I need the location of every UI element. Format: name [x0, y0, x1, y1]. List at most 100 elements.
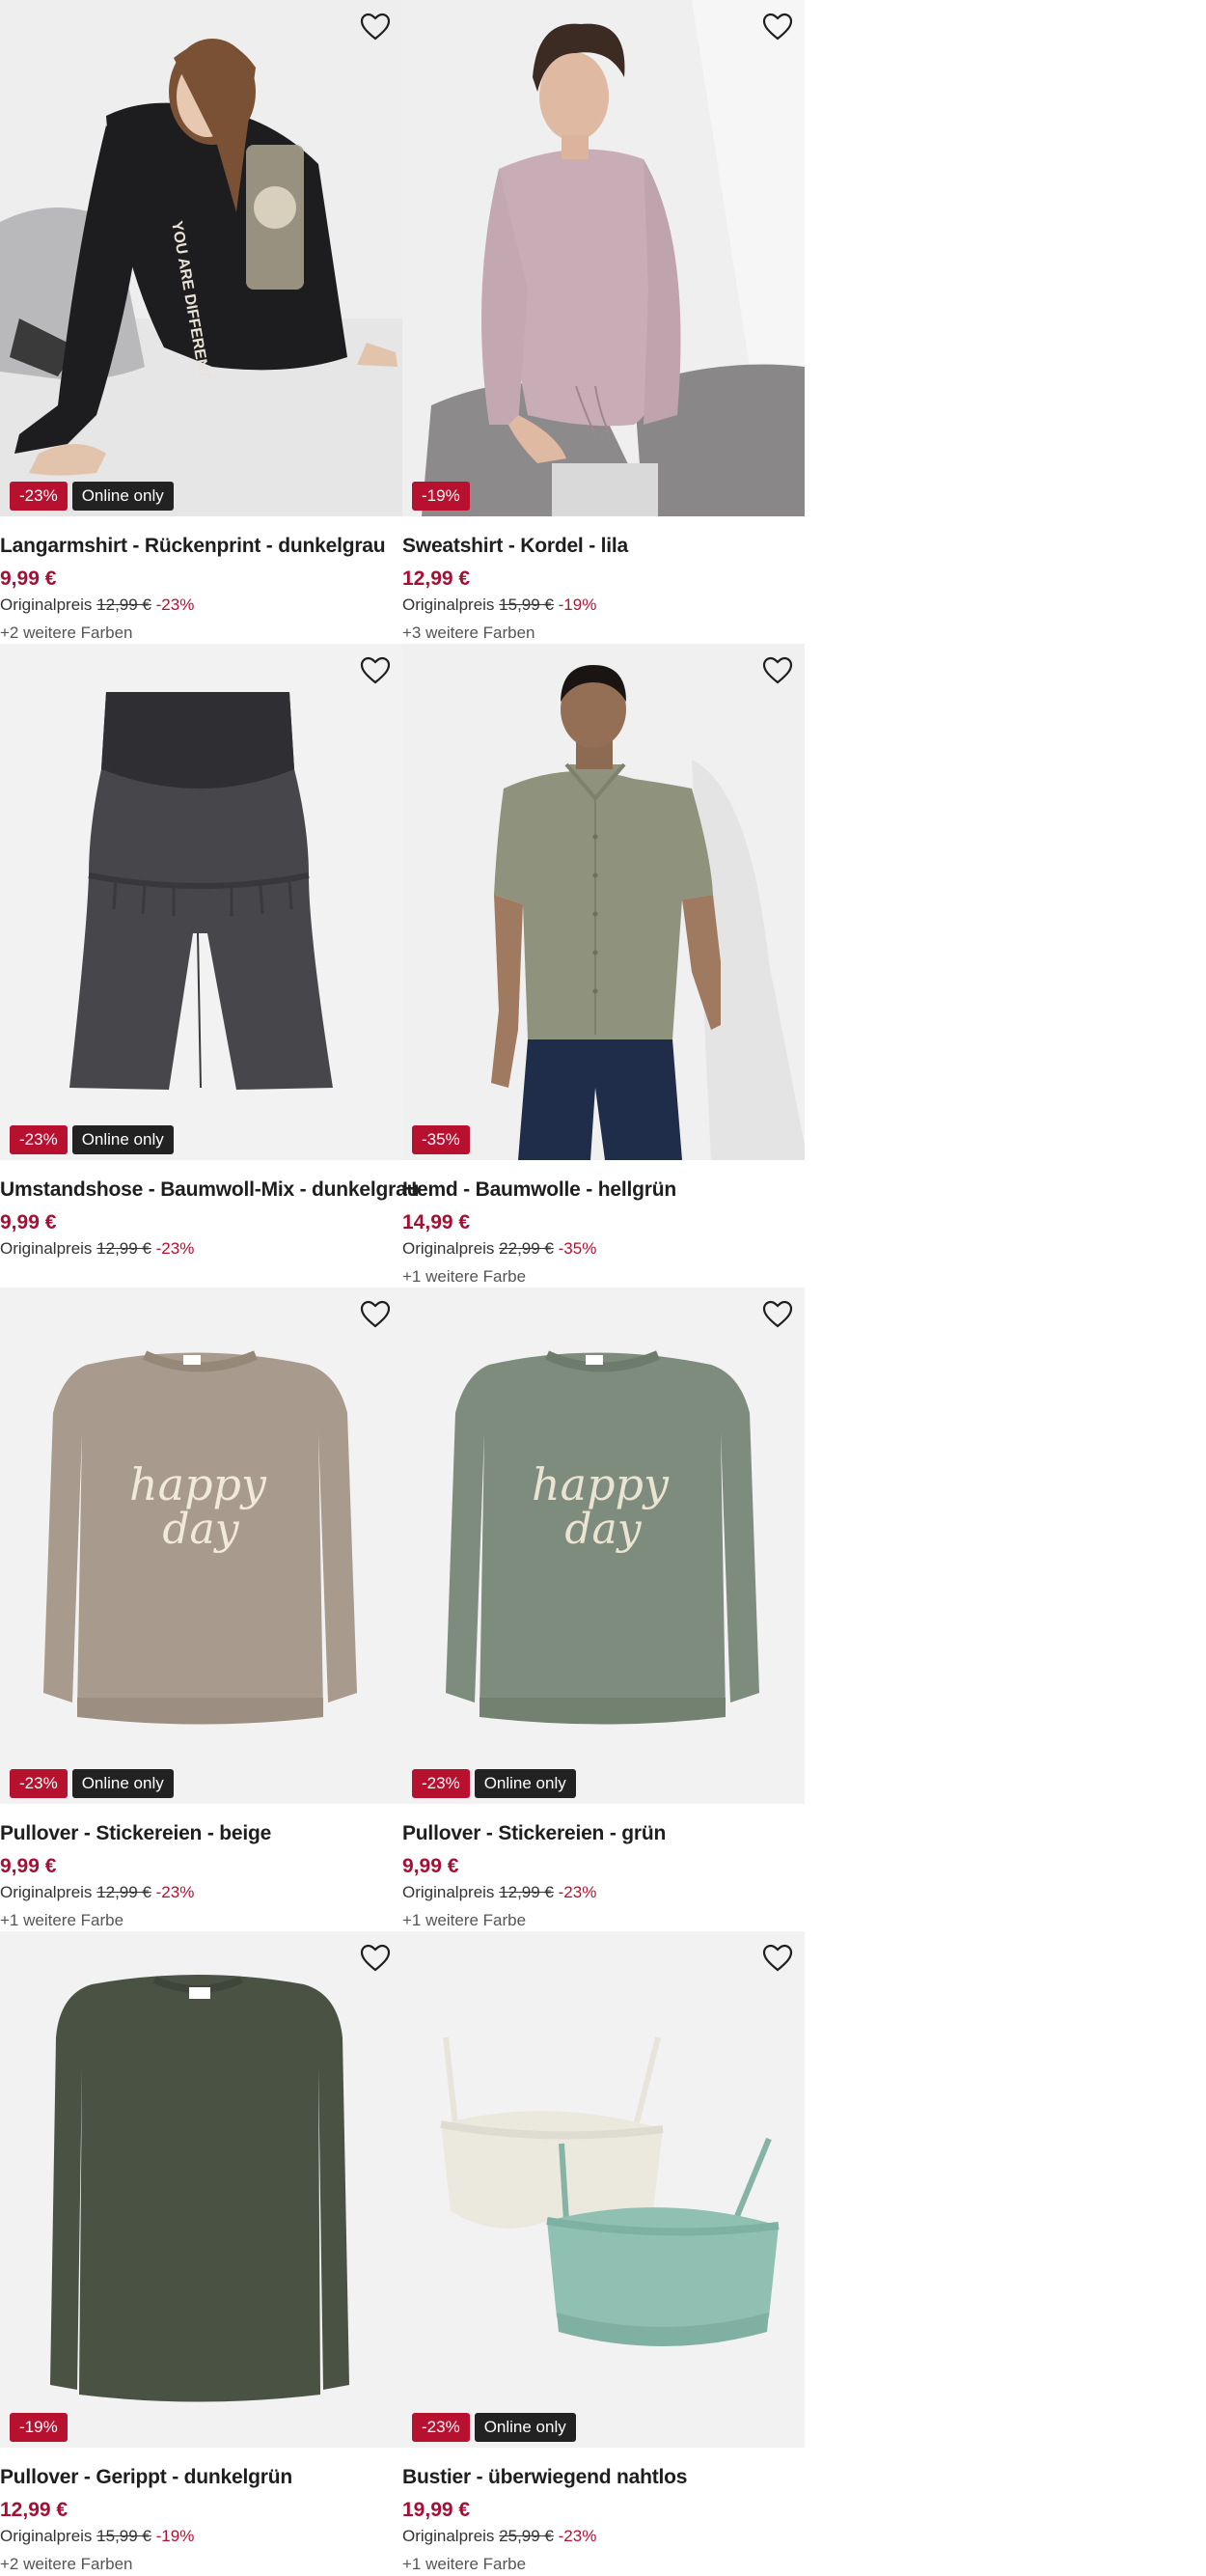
heart-outline-icon — [762, 1944, 793, 1972]
product-image[interactable]: -19% — [402, 0, 805, 516]
badge-group: -23% Online only — [10, 1125, 174, 1154]
product-image[interactable]: YOU ARE DIFFERENT -23% Online only — [0, 0, 402, 516]
product-info: Pullover - Gerippt - dunkelgrün 12,99 € … — [0, 2466, 402, 2574]
wishlist-button[interactable] — [758, 1939, 797, 1978]
heart-outline-icon — [360, 1300, 391, 1328]
heart-outline-icon — [360, 13, 391, 41]
original-price: 12,99 € — [96, 596, 151, 614]
discount-percent: -23% — [155, 1883, 195, 1901]
more-colors[interactable]: +1 weitere Farbe — [402, 1911, 805, 1930]
original-price-label: Originalpreis — [402, 2527, 495, 2545]
product-card[interactable]: YOU ARE DIFFERENT -23% Online only Langa… — [0, 0, 402, 644]
heart-outline-icon — [762, 13, 793, 41]
sale-badge: -23% — [10, 482, 68, 511]
original-price-line: Originalpreis 12,99 € -23% — [0, 1239, 402, 1259]
product-info: Bustier - überwiegend nahtlos 19,99 € Or… — [402, 2466, 805, 2574]
product-image[interactable]: happy day -23% Online only — [0, 1288, 402, 1804]
more-colors[interactable]: +1 weitere Farbe — [402, 1267, 805, 1287]
bustier-set-image — [402, 1931, 805, 2448]
product-title[interactable]: Pullover - Gerippt - dunkelgrün — [0, 2466, 402, 2489]
product-image[interactable]: -35% — [402, 644, 805, 1160]
wishlist-button[interactable] — [758, 8, 797, 46]
original-price-line: Originalpreis 12,99 € -23% — [0, 596, 402, 615]
more-colors[interactable]: +2 weitere Farben — [0, 623, 402, 643]
heart-outline-icon — [360, 1944, 391, 1972]
product-info: Hemd - Baumwolle - hellgrün 14,99 € Orig… — [402, 1178, 805, 1287]
product-info: Pullover - Stickereien - grün 9,99 € Ori… — [402, 1822, 805, 1930]
original-price-label: Originalpreis — [0, 596, 93, 614]
product-card[interactable]: -19% Sweatshirt - Kordel - lila 12,99 € … — [402, 0, 805, 644]
sale-badge: -23% — [10, 1769, 68, 1798]
product-card[interactable]: -19% Pullover - Gerippt - dunkelgrün 12,… — [0, 1931, 402, 2575]
embroidery-happy: happy — [129, 1458, 267, 1510]
original-price-line: Originalpreis 12,99 € -23% — [402, 1883, 805, 1902]
sweater-green-image: happy day — [402, 1288, 805, 1804]
product-title[interactable]: Pullover - Stickereien - grün — [402, 1822, 805, 1845]
product-card[interactable]: -35% Hemd - Baumwolle - hellgrün 14,99 €… — [402, 644, 805, 1288]
original-price: 25,99 € — [499, 2527, 554, 2545]
original-price-label: Originalpreis — [402, 596, 495, 614]
product-card[interactable]: -23% Online only Bustier - überwiegend n… — [402, 1931, 805, 2575]
wishlist-button[interactable] — [356, 651, 395, 690]
original-price: 12,99 € — [499, 1883, 554, 1901]
product-grid: YOU ARE DIFFERENT -23% Online only Langa… — [0, 0, 805, 2575]
discount-percent: -23% — [155, 596, 195, 614]
heart-outline-icon — [762, 1300, 793, 1328]
badge-group: -19% — [412, 482, 470, 511]
badge-group: -23% Online only — [10, 1769, 174, 1798]
wishlist-button[interactable] — [356, 1939, 395, 1978]
discount-percent: -23% — [558, 1883, 597, 1901]
product-image[interactable]: happy day -23% Online only — [402, 1288, 805, 1804]
product-info: Umstandshose - Baumwoll-Mix - dunkelgrau… — [0, 1178, 419, 1259]
product-title[interactable]: Pullover - Stickereien - beige — [0, 1822, 402, 1845]
wishlist-button[interactable] — [758, 651, 797, 690]
product-title[interactable]: Langarmshirt - Rückenprint - dunkelgrau — [0, 535, 402, 558]
original-price-line: Originalpreis 15,99 € -19% — [402, 596, 805, 615]
product-price: 19,99 € — [402, 2499, 471, 2521]
product-price: 9,99 € — [0, 1211, 57, 1233]
sale-badge: -23% — [412, 2413, 470, 2442]
maternity-shorts-image — [0, 644, 402, 1160]
product-info: Pullover - Stickereien - beige 9,99 € Or… — [0, 1822, 402, 1930]
product-title[interactable]: Umstandshose - Baumwoll-Mix - dunkelgrau — [0, 1178, 419, 1202]
product-card[interactable]: -23% Online only Umstandshose - Baumwoll… — [0, 644, 419, 1288]
online-only-badge: Online only — [71, 482, 174, 511]
sweatshirt-model-image — [402, 0, 805, 516]
more-colors[interactable]: +1 weitere Farbe — [0, 1911, 402, 1930]
badge-group: -23% Online only — [10, 482, 174, 511]
online-only-badge: Online only — [71, 1125, 174, 1154]
wishlist-button[interactable] — [356, 1295, 395, 1334]
product-title[interactable]: Sweatshirt - Kordel - lila — [402, 535, 805, 558]
discount-percent: -23% — [155, 1239, 195, 1258]
wishlist-button[interactable] — [356, 8, 395, 46]
original-price-line: Originalpreis 15,99 € -19% — [0, 2527, 402, 2546]
sale-badge: -19% — [412, 482, 470, 511]
badge-group: -23% Online only — [412, 2413, 576, 2442]
product-card[interactable]: happy day -23% Online only Pullover - St… — [402, 1288, 805, 1931]
original-price-label: Originalpreis — [0, 2527, 93, 2545]
original-price-line: Originalpreis 12,99 € -23% — [0, 1883, 402, 1902]
product-image[interactable]: -23% Online only — [402, 1931, 805, 2448]
more-colors[interactable]: +1 weitere Farbe — [402, 2555, 805, 2574]
product-price: 9,99 € — [0, 1855, 57, 1877]
product-title[interactable]: Bustier - überwiegend nahtlos — [402, 2466, 805, 2489]
more-colors[interactable]: +3 weitere Farben — [402, 623, 805, 643]
badge-group: -35% — [412, 1125, 470, 1154]
product-info: Sweatshirt - Kordel - lila 12,99 € Origi… — [402, 535, 805, 643]
wishlist-button[interactable] — [758, 1295, 797, 1334]
product-price: 9,99 € — [402, 1855, 459, 1877]
original-price-label: Originalpreis — [402, 1239, 495, 1258]
product-image[interactable]: -23% Online only — [0, 644, 402, 1160]
original-price: 12,99 € — [96, 1883, 151, 1901]
sale-badge: -23% — [412, 1769, 470, 1798]
online-only-badge: Online only — [71, 1769, 174, 1798]
online-only-badge: Online only — [474, 2413, 576, 2442]
more-colors[interactable]: +2 weitere Farben — [0, 2555, 402, 2574]
product-title[interactable]: Hemd - Baumwolle - hellgrün — [402, 1178, 805, 1202]
product-image[interactable]: -19% — [0, 1931, 402, 2448]
product-card[interactable]: happy day -23% Online only Pullover - St… — [0, 1288, 402, 1931]
embroidery-happy: happy — [532, 1458, 670, 1510]
original-price-line: Originalpreis 25,99 € -23% — [402, 2527, 805, 2546]
sweater-darkgreen-image — [0, 1931, 402, 2448]
discount-percent: -19% — [155, 2527, 195, 2545]
